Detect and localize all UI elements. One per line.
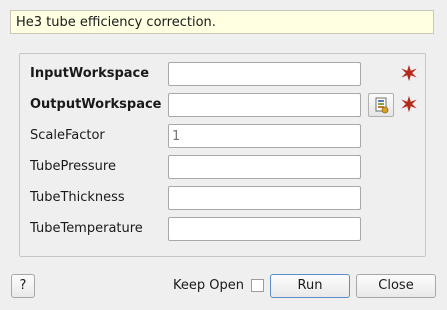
input-workspace-field[interactable] [168, 62, 361, 86]
tube-thickness-field[interactable] [168, 186, 361, 210]
property-row-scale-factor: ScaleFactor [20, 124, 425, 148]
required-star-icon [401, 95, 417, 113]
workspace-browse-button[interactable] [368, 93, 394, 117]
keep-open-label: Keep Open [173, 278, 244, 293]
properties-group: InputWorkspace OutputWorkspace ScaleFact… [19, 53, 426, 257]
property-row-tube-pressure: TubePressure [20, 155, 425, 179]
output-workspace-label: OutputWorkspace [30, 97, 162, 112]
property-row-tube-thickness: TubeThickness [20, 186, 425, 210]
help-button[interactable]: ? [11, 274, 35, 298]
tube-temperature-field[interactable] [168, 217, 361, 241]
close-button[interactable]: Close [356, 274, 436, 298]
run-button[interactable]: Run [270, 274, 350, 298]
scale-factor-field[interactable] [168, 124, 361, 148]
tube-pressure-field[interactable] [168, 155, 361, 179]
property-row-output-workspace: OutputWorkspace [20, 93, 425, 117]
required-star-icon [401, 64, 417, 82]
output-workspace-field[interactable] [168, 93, 361, 117]
input-workspace-label: InputWorkspace [30, 66, 150, 81]
workspace-icon [375, 97, 389, 114]
tube-pressure-label: TubePressure [30, 159, 116, 174]
scale-factor-label: ScaleFactor [30, 128, 105, 143]
property-row-tube-temperature: TubeTemperature [20, 217, 425, 241]
property-row-input-workspace: InputWorkspace [20, 62, 425, 86]
keep-open-checkbox[interactable] [251, 279, 264, 292]
tube-thickness-label: TubeThickness [30, 190, 125, 205]
algorithm-description: He3 tube efficiency correction. [10, 10, 434, 34]
tube-temperature-label: TubeTemperature [30, 221, 143, 236]
